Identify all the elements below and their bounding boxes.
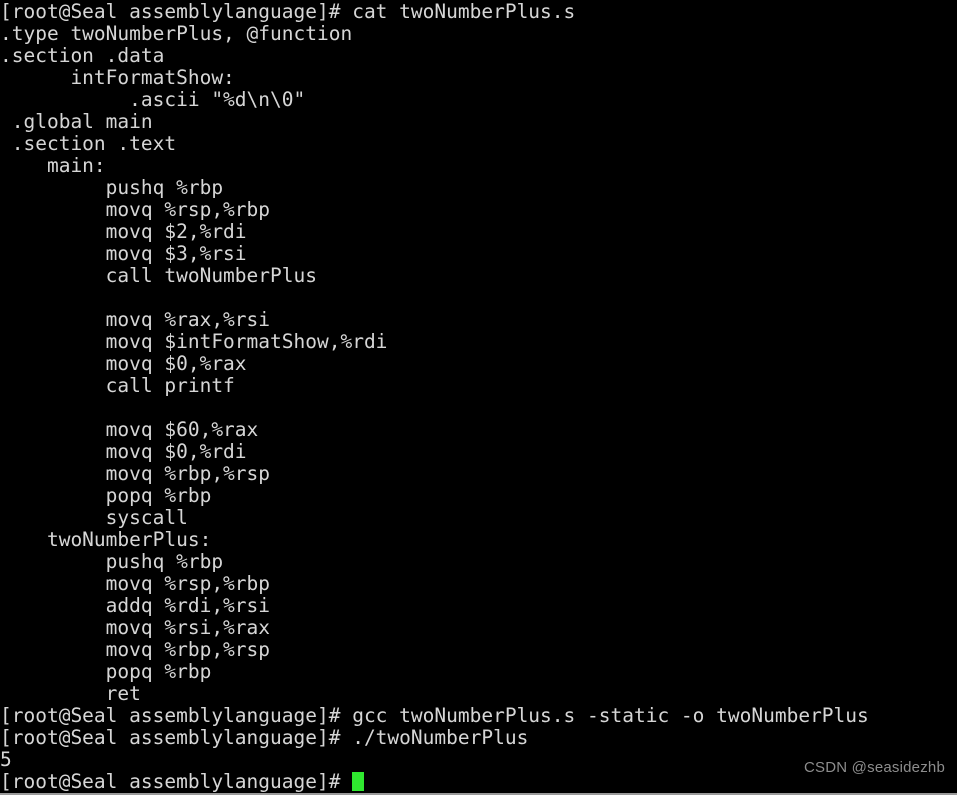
terminal-window[interactable]: [root@Seal assemblylanguage]# cat twoNum… bbox=[0, 0, 957, 795]
terminal-output-text: movq %rsp,%rbp bbox=[0, 198, 271, 221]
terminal-output-line: movq %rsp,%rbp bbox=[0, 573, 957, 595]
terminal-prompt-line: [root@Seal assemblylanguage]# cat twoNum… bbox=[0, 1, 957, 23]
terminal-output-text: pushq %rbp bbox=[0, 550, 224, 573]
terminal-output-line: movq %rbp,%rsp bbox=[0, 639, 957, 661]
terminal-output-text: ret bbox=[0, 682, 141, 705]
terminal-output-line: syscall bbox=[0, 507, 957, 529]
watermark-label: CSDN @seasidezhb bbox=[804, 759, 945, 776]
terminal-output-text: call printf bbox=[0, 374, 235, 397]
terminal-output-text: syscall bbox=[0, 506, 188, 529]
terminal-output-line: movq %rax,%rsi bbox=[0, 309, 957, 331]
terminal-prompt-line: [root@Seal assemblylanguage]# ./twoNumbe… bbox=[0, 727, 957, 749]
shell-prompt: [root@Seal assemblylanguage]# bbox=[0, 726, 353, 749]
terminal-output-text: popq %rbp bbox=[0, 660, 212, 683]
terminal-output-line: .section .text bbox=[0, 133, 957, 155]
terminal-output-text: call twoNumberPlus bbox=[0, 264, 317, 287]
terminal-output-line: twoNumberPlus: bbox=[0, 529, 957, 551]
terminal-output-text: movq %rsp,%rbp bbox=[0, 572, 271, 595]
terminal-output-text: movq $0,%rax bbox=[0, 352, 247, 375]
terminal-output-line: movq %rbp,%rsp bbox=[0, 463, 957, 485]
shell-prompt: [root@Seal assemblylanguage]# bbox=[0, 704, 353, 727]
terminal-output-text: .ascii "%d\n\0" bbox=[0, 88, 306, 111]
terminal-output-text: main: bbox=[0, 154, 106, 177]
terminal-output-line: popq %rbp bbox=[0, 661, 957, 683]
terminal-output-text: movq %rbp,%rsp bbox=[0, 462, 271, 485]
terminal-output-line: pushq %rbp bbox=[0, 177, 957, 199]
terminal-output-text: movq %rbp,%rsp bbox=[0, 638, 271, 661]
terminal-output-text: movq $0,%rdi bbox=[0, 440, 247, 463]
terminal-output-line: pushq %rbp bbox=[0, 551, 957, 573]
shell-command[interactable]: cat twoNumberPlus.s bbox=[352, 0, 575, 23]
terminal-output-line: movq %rsi,%rax bbox=[0, 617, 957, 639]
terminal-output-text: pushq %rbp bbox=[0, 176, 224, 199]
terminal-output-line: call twoNumberPlus bbox=[0, 265, 957, 287]
terminal-output-text: .type twoNumberPlus, @function bbox=[0, 22, 353, 45]
terminal-output-text: addq %rdi,%rsi bbox=[0, 594, 271, 617]
shell-command[interactable]: gcc twoNumberPlus.s -static -o twoNumber… bbox=[352, 704, 869, 727]
terminal-output-line: movq %rsp,%rbp bbox=[0, 199, 957, 221]
terminal-output-text: twoNumberPlus: bbox=[0, 528, 212, 551]
terminal-prompt-line: [root@Seal assemblylanguage]# gcc twoNum… bbox=[0, 705, 957, 727]
terminal-screen[interactable]: [root@Seal assemblylanguage]# cat twoNum… bbox=[0, 1, 957, 793]
terminal-output-text: intFormatShow: bbox=[0, 66, 235, 89]
terminal-output-text: movq $2,%rdi bbox=[0, 220, 247, 243]
terminal-output-text: movq %rsi,%rax bbox=[0, 616, 271, 639]
terminal-output-line: movq $intFormatShow,%rdi bbox=[0, 331, 957, 353]
terminal-output-line: main: bbox=[0, 155, 957, 177]
terminal-output-line: .global main bbox=[0, 111, 957, 133]
shell-prompt: [root@Seal assemblylanguage]# bbox=[0, 0, 353, 23]
terminal-output-line: addq %rdi,%rsi bbox=[0, 595, 957, 617]
shell-prompt: [root@Seal assemblylanguage]# bbox=[0, 770, 353, 793]
terminal-output-line: ret bbox=[0, 683, 957, 705]
terminal-output-text: movq $intFormatShow,%rdi bbox=[0, 330, 388, 353]
terminal-output-text: popq %rbp bbox=[0, 484, 212, 507]
terminal-output-line: movq $2,%rdi bbox=[0, 221, 957, 243]
terminal-output-line: movq $0,%rdi bbox=[0, 441, 957, 463]
terminal-output-text: .section .data bbox=[0, 44, 165, 67]
terminal-output-text: movq $3,%rsi bbox=[0, 242, 247, 265]
terminal-output-line: call printf bbox=[0, 375, 957, 397]
terminal-output-text: .global main bbox=[0, 110, 153, 133]
terminal-output-text: movq $60,%rax bbox=[0, 418, 259, 441]
terminal-output-line: movq $60,%rax bbox=[0, 419, 957, 441]
terminal-output-line: popq %rbp bbox=[0, 485, 957, 507]
terminal-output-line: .section .data bbox=[0, 45, 957, 67]
terminal-output-text: .section .text bbox=[0, 132, 177, 155]
shell-command[interactable]: ./twoNumberPlus bbox=[352, 726, 528, 749]
terminal-output-text: movq %rax,%rsi bbox=[0, 308, 271, 331]
terminal-output-text: 5 bbox=[0, 748, 12, 771]
text-cursor bbox=[352, 772, 364, 791]
terminal-output-line: .ascii "%d\n\0" bbox=[0, 89, 957, 111]
terminal-output-line: movq $0,%rax bbox=[0, 353, 957, 375]
terminal-output-line: intFormatShow: bbox=[0, 67, 957, 89]
terminal-output-line: movq $3,%rsi bbox=[0, 243, 957, 265]
terminal-output-line: .type twoNumberPlus, @function bbox=[0, 23, 957, 45]
